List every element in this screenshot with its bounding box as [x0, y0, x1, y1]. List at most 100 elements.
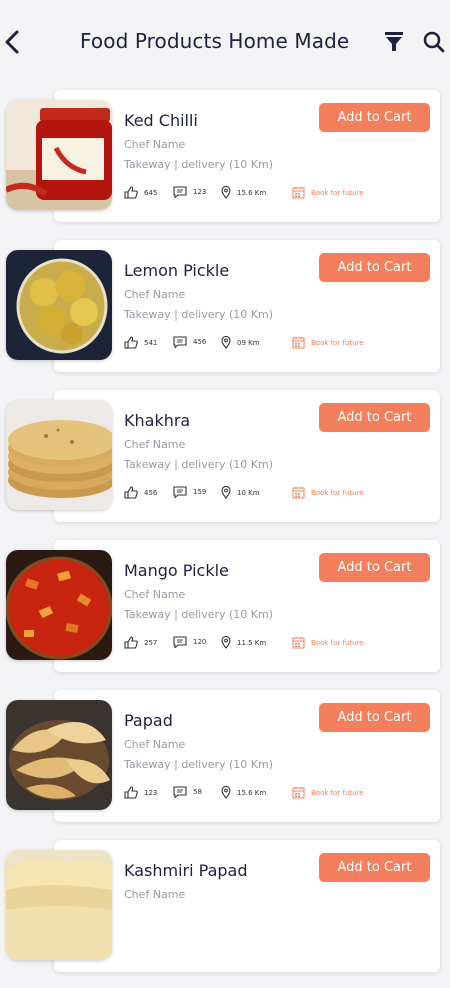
comments-count: 58	[193, 788, 202, 796]
page-title: Food Products Home Made	[80, 29, 350, 53]
product-stats: 257 120 11.5 Km Book for future	[124, 636, 424, 650]
distance-value: 11.5 Km	[237, 638, 267, 647]
product-name[interactable]: Mango Pickle	[124, 561, 229, 580]
distance-value: 09 Km	[237, 338, 260, 347]
comment-icon	[173, 636, 187, 648]
comment-icon	[173, 336, 187, 348]
book-for-future-label: Book for future	[311, 338, 364, 347]
thumbs-up-icon	[124, 786, 138, 799]
comments-stat[interactable]: 123	[173, 186, 206, 198]
product-name[interactable]: Papad	[124, 711, 173, 730]
comments-count: 123	[193, 188, 207, 196]
delivery-mode: Takeway | delivery (10 Km)	[124, 458, 274, 471]
calendar-icon	[292, 187, 305, 199]
add-to-cart-button[interactable]: Add to Cart	[319, 403, 430, 432]
thumbs-up-icon	[124, 636, 138, 649]
add-to-cart-button[interactable]: Add to Cart	[319, 253, 430, 282]
likes-count: 645	[144, 188, 158, 197]
likes-stat[interactable]: 257	[124, 636, 157, 649]
chef-name: Chef Name	[124, 288, 186, 301]
distance-stat: 15.6 Km	[221, 786, 266, 799]
product-image-khakhra[interactable]	[6, 400, 112, 510]
thumbs-up-icon	[124, 336, 138, 349]
product-image-mango-pickle[interactable]	[6, 550, 112, 660]
add-to-cart-button[interactable]: Add to Cart	[319, 703, 430, 732]
comments-stat[interactable]: 120	[173, 636, 206, 648]
location-pin-icon	[221, 636, 231, 649]
product-name[interactable]: Lemon Pickle	[124, 261, 229, 280]
comments-stat[interactable]: 58	[173, 786, 202, 798]
app-header: Food Products Home Made	[0, 0, 450, 86]
location-pin-icon	[221, 486, 231, 499]
chef-name: Chef Name	[124, 738, 186, 751]
book-for-future-label: Book for future	[311, 638, 364, 647]
chef-name: Chef Name	[124, 588, 186, 601]
product-stats: 645 123 15.6 Km Book for future	[124, 186, 424, 200]
likes-count: 541	[144, 338, 158, 347]
calendar-icon	[292, 337, 305, 349]
product-image-kashmiri-papad[interactable]	[6, 850, 112, 960]
product-stats: 123 58 15.6 Km Book for future	[124, 786, 424, 800]
product-row: Mango Pickle Chef Name Takeway | deliver…	[0, 538, 450, 688]
thumbs-up-icon	[124, 486, 138, 499]
search-icon[interactable]	[423, 31, 445, 53]
comment-icon	[173, 186, 187, 198]
delivery-mode: Takeway | delivery (10 Km)	[124, 608, 274, 621]
product-stats: 541 456 09 Km Book for future	[124, 336, 424, 350]
likes-stat[interactable]: 541	[124, 336, 157, 349]
comments-count: 456	[193, 338, 207, 346]
product-row: Kashmiri Papad Chef Name Add to Cart	[0, 838, 450, 988]
distance-value: 10 Km	[237, 488, 260, 497]
delivery-mode: Takeway | delivery (10 Km)	[124, 308, 274, 321]
product-name[interactable]: Ked Chilli	[124, 111, 198, 130]
likes-stat[interactable]: 456	[124, 486, 157, 499]
comments-stat[interactable]: 159	[173, 486, 206, 498]
book-for-future-link[interactable]: Book for future	[292, 486, 364, 499]
chef-name: Chef Name	[124, 138, 186, 151]
product-row: Lemon Pickle Chef Name Takeway | deliver…	[0, 238, 450, 388]
comment-icon	[173, 486, 187, 498]
comments-count: 159	[193, 488, 207, 496]
filter-icon[interactable]	[384, 31, 404, 53]
comments-stat[interactable]: 456	[173, 336, 206, 348]
book-for-future-link[interactable]: Book for future	[292, 186, 364, 199]
calendar-icon	[292, 787, 305, 799]
book-for-future-link[interactable]: Book for future	[292, 786, 364, 799]
delivery-mode: Takeway | delivery (10 Km)	[124, 758, 274, 771]
product-row: Khakhra Chef Name Takeway | delivery (10…	[0, 388, 450, 538]
location-pin-icon	[221, 336, 231, 349]
delivery-mode: Takeway | delivery (10 Km)	[124, 158, 274, 171]
likes-count: 257	[144, 638, 158, 647]
likes-count: 456	[144, 488, 158, 497]
product-stats: 456 159 10 Km Book for future	[124, 486, 424, 500]
book-for-future-link[interactable]: Book for future	[292, 636, 364, 649]
product-row: Ked Chilli Chef Name Takeway | delivery …	[0, 88, 450, 238]
add-to-cart-button[interactable]: Add to Cart	[319, 103, 430, 132]
distance-stat: 10 Km	[221, 486, 260, 499]
add-to-cart-button[interactable]: Add to Cart	[319, 553, 430, 582]
likes-stat[interactable]: 123	[124, 786, 157, 799]
calendar-icon	[292, 637, 305, 649]
book-for-future-label: Book for future	[311, 488, 364, 497]
distance-value: 15.6 Km	[237, 788, 267, 797]
product-name[interactable]: Khakhra	[124, 411, 190, 430]
chef-name: Chef Name	[124, 888, 186, 901]
product-image-lemon-pickle[interactable]	[6, 250, 112, 360]
distance-value: 15.6 Km	[237, 188, 267, 197]
book-for-future-link[interactable]: Book for future	[292, 336, 364, 349]
product-name[interactable]: Kashmiri Papad	[124, 861, 247, 880]
comments-count: 120	[193, 638, 207, 646]
likes-count: 123	[144, 788, 158, 797]
product-list: Ked Chilli Chef Name Takeway | delivery …	[0, 88, 450, 988]
back-chevron-icon[interactable]	[2, 28, 24, 56]
likes-stat[interactable]: 645	[124, 186, 157, 199]
distance-stat: 09 Km	[221, 336, 260, 349]
add-to-cart-button[interactable]: Add to Cart	[319, 853, 430, 882]
distance-stat: 11.5 Km	[221, 636, 266, 649]
product-image-chilli-jar[interactable]	[6, 100, 112, 210]
distance-stat: 15.6 Km	[221, 186, 266, 199]
location-pin-icon	[221, 786, 231, 799]
book-for-future-label: Book for future	[311, 788, 364, 797]
thumbs-up-icon	[124, 186, 138, 199]
product-image-papad[interactable]	[6, 700, 112, 810]
